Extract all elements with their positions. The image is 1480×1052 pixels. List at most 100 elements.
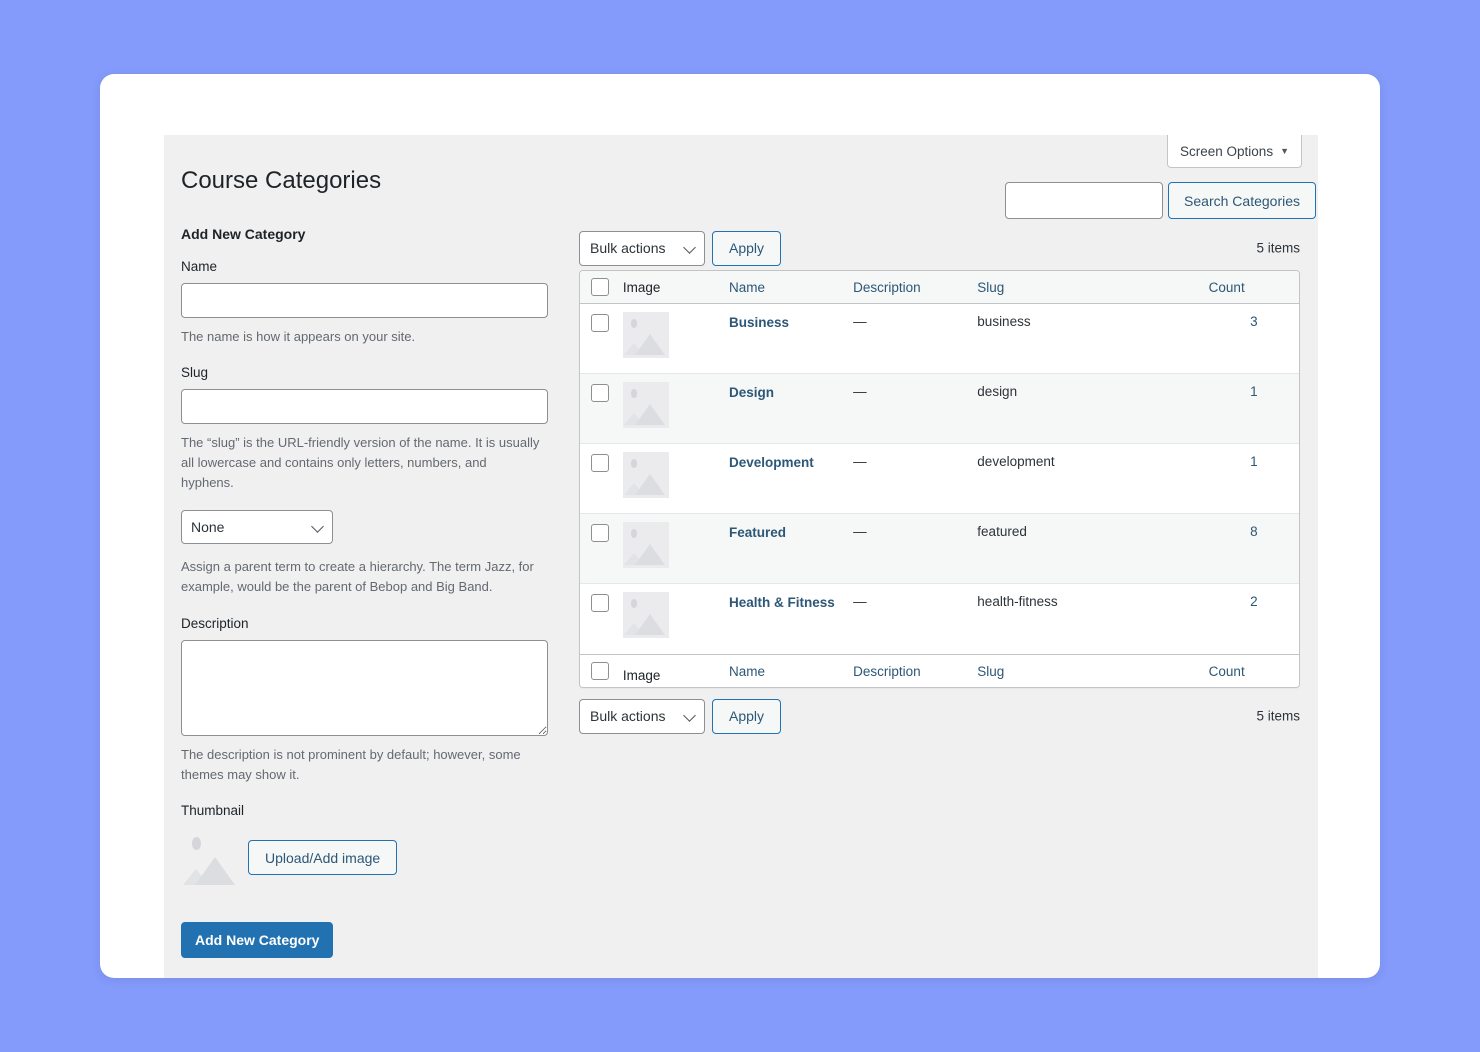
- column-footer-count-link[interactable]: Count: [1209, 664, 1245, 679]
- sun-dot-icon: [630, 459, 637, 468]
- column-header-name-link[interactable]: Name: [729, 280, 765, 295]
- row-count-cell: 3: [1208, 304, 1299, 374]
- mountain-icon: [195, 856, 235, 885]
- row-checkbox[interactable]: [591, 384, 609, 402]
- table-row: Development — development 1: [580, 444, 1299, 514]
- slug-help-text: The “slug” is the URL-friendly version o…: [181, 434, 540, 491]
- category-name-link[interactable]: Health & Fitness: [729, 594, 835, 612]
- screen-options-label: Screen Options: [1180, 143, 1274, 159]
- column-footer-slug-link[interactable]: Slug: [977, 664, 1004, 679]
- row-slug-cell: design: [977, 374, 1209, 444]
- add-new-category-submit-button[interactable]: Add New Category: [181, 921, 334, 958]
- category-count-link[interactable]: 2: [1250, 594, 1258, 609]
- table-foot: Image Name Description Slug Count: [580, 654, 1299, 687]
- row-select-cell: [580, 444, 623, 514]
- column-header-slug: Slug: [977, 271, 1209, 304]
- row-description-cell: —: [853, 374, 978, 444]
- table-body: Business — business 3 Design — design 1 Developm…: [580, 304, 1299, 654]
- row-description-cell: —: [853, 514, 978, 584]
- slug-input[interactable]: [181, 388, 548, 424]
- sun-dot-icon: [192, 836, 201, 850]
- category-slug: design: [977, 384, 1018, 399]
- bulk-actions-select-bottom[interactable]: Bulk actions: [579, 698, 705, 734]
- bulk-actions-select-wrapper-top: Bulk actions: [579, 230, 705, 266]
- description-textarea[interactable]: [181, 639, 548, 736]
- row-checkbox[interactable]: [591, 314, 609, 332]
- category-count-link[interactable]: 1: [1250, 384, 1258, 399]
- browser-window-card: Screen Options ▼ Course Categories Searc…: [100, 74, 1380, 978]
- category-count-link[interactable]: 1: [1250, 454, 1258, 469]
- name-input[interactable]: [181, 282, 548, 318]
- row-slug-cell: business: [977, 304, 1209, 374]
- row-image-cell: [622, 584, 729, 654]
- category-count-link[interactable]: 8: [1250, 524, 1258, 539]
- screen-options-button[interactable]: Screen Options ▼: [1167, 135, 1302, 168]
- chevron-down-icon: ▼: [1280, 145, 1289, 156]
- column-footer-image-label: Image: [622, 667, 661, 683]
- table-row: Health & Fitness — health-fitness 2: [580, 584, 1299, 654]
- column-footer-description-link[interactable]: Description: [853, 664, 921, 679]
- bulk-actions-select-top[interactable]: Bulk actions: [579, 230, 705, 266]
- row-count-cell: 1: [1208, 374, 1299, 444]
- category-name-link[interactable]: Business: [729, 314, 789, 332]
- row-count-cell: 2: [1209, 584, 1299, 654]
- select-all-checkbox-bottom[interactable]: [591, 662, 609, 680]
- slug-field-label: Slug: [181, 365, 209, 381]
- table-footer-row: Image Name Description Slug Count: [580, 654, 1299, 687]
- table-row: Design — design 1: [580, 374, 1299, 444]
- name-field-label: Name: [181, 259, 218, 274]
- category-slug: business: [977, 314, 1031, 329]
- categories-list-section: Bulk actions Apply 5 items Image Name De…: [579, 226, 1300, 738]
- search-categories-button[interactable]: Search Categories: [1168, 182, 1316, 219]
- image-placeholder-icon: [622, 592, 669, 638]
- search-form: Search Categories: [1005, 182, 1316, 219]
- mountain-icon: [634, 404, 665, 425]
- row-count-cell: 8: [1208, 514, 1299, 584]
- column-header-image-label: Image: [622, 279, 661, 295]
- row-description-cell: —: [853, 304, 978, 374]
- category-slug: featured: [977, 524, 1027, 539]
- category-name-link[interactable]: Featured: [729, 524, 786, 542]
- parent-category-select[interactable]: None: [181, 510, 333, 545]
- admin-page-panel: Screen Options ▼ Course Categories Searc…: [164, 135, 1318, 978]
- row-count-cell: 1: [1208, 444, 1299, 514]
- thumbnail-field-label: Thumbnail: [181, 802, 245, 818]
- sun-dot-icon: [630, 529, 637, 538]
- column-header-slug-link[interactable]: Slug: [977, 280, 1004, 295]
- mountain-icon: [634, 544, 665, 565]
- upload-add-image-button[interactable]: Upload/Add image: [248, 840, 398, 876]
- category-slug: development: [977, 454, 1055, 469]
- image-placeholder-icon: [622, 452, 669, 498]
- category-count-link[interactable]: 3: [1250, 314, 1258, 329]
- category-description: —: [853, 454, 867, 469]
- description-help-text: The description is not prominent by defa…: [181, 746, 521, 782]
- row-name-cell: Development: [728, 444, 854, 514]
- row-checkbox[interactable]: [591, 594, 609, 612]
- column-footer-slug: Slug: [977, 654, 1209, 687]
- category-name-link[interactable]: Design: [729, 384, 774, 402]
- parent-help-text: Assign a parent term to create a hierarc…: [181, 559, 534, 595]
- page-title: Course Categories: [181, 167, 382, 195]
- row-checkbox[interactable]: [591, 524, 609, 542]
- apply-button-bottom[interactable]: Apply: [712, 698, 782, 734]
- image-placeholder-icon: [622, 312, 669, 358]
- name-help-text: The name is how it appears on your site.: [181, 328, 416, 344]
- select-all-checkbox-top[interactable]: [591, 278, 609, 296]
- category-name-link[interactable]: Development: [729, 454, 814, 472]
- mountain-icon: [634, 614, 665, 635]
- column-header-count-link[interactable]: Count: [1209, 280, 1245, 295]
- apply-button-top[interactable]: Apply: [712, 230, 782, 266]
- add-new-category-form: Add New Category Name The name is how it…: [181, 226, 566, 958]
- column-footer-name-link[interactable]: Name: [729, 664, 765, 679]
- items-count-bottom: 5 items: [1256, 708, 1300, 724]
- column-header-description-link[interactable]: Description: [853, 280, 921, 295]
- row-description-cell: —: [853, 444, 978, 514]
- sun-dot-icon: [630, 599, 637, 608]
- row-image-cell: [622, 514, 729, 584]
- parent-category-select-wrapper: None: [181, 510, 333, 545]
- row-image-cell: [622, 374, 729, 444]
- mountain-icon: [634, 334, 665, 355]
- column-footer-count: Count: [1208, 654, 1299, 687]
- row-checkbox[interactable]: [591, 454, 609, 472]
- search-input[interactable]: [1005, 182, 1164, 219]
